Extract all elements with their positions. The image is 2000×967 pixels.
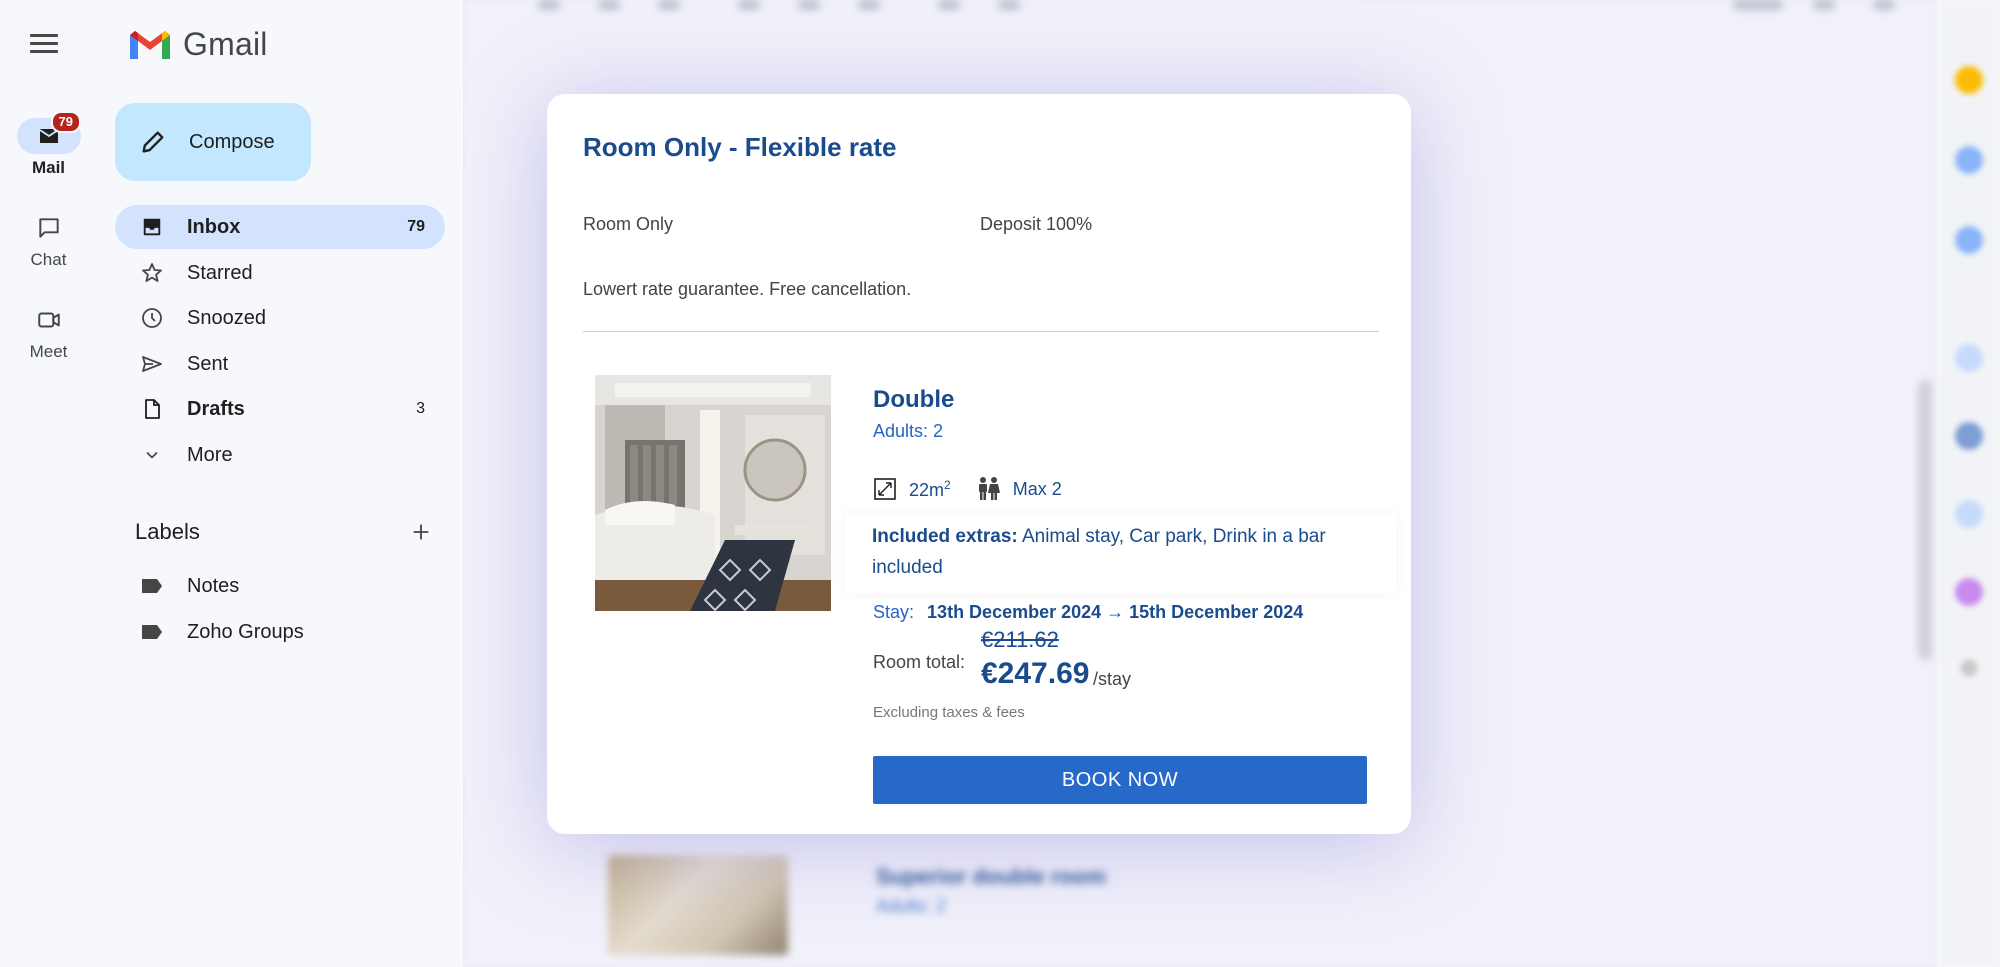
included-extras: Included extras: Animal stay, Car park, … [845, 513, 1396, 593]
label-name-notes: Notes [187, 574, 240, 597]
nav-item-more[interactable]: More [115, 433, 445, 477]
stay-range: 13th December 2024 → 15th December 2024 [927, 602, 1304, 622]
label-name-zoho-groups: Zoho Groups [187, 620, 304, 643]
nav-label-starred: Starred [187, 261, 253, 284]
book-now-button[interactable]: BOOK NOW [873, 756, 1367, 804]
contacts-icon[interactable] [1955, 344, 1983, 372]
nav-label-sent: Sent [187, 352, 229, 375]
room-price: €247.69 [981, 657, 1090, 690]
labels-title: Labels [135, 519, 200, 544]
label-item-zoho-groups[interactable]: Zoho Groups [115, 610, 445, 654]
deposit-info: Deposit 100% [980, 214, 1093, 234]
label-icon [139, 573, 165, 599]
drafts-count: 3 [416, 400, 425, 417]
label-icon [139, 619, 165, 645]
room-adults: Adults: 2 [873, 421, 944, 441]
rail-label-meet: Meet [29, 342, 68, 361]
stay-label: Stay: [873, 602, 915, 622]
nav-item-snoozed[interactable]: Snoozed [115, 296, 445, 340]
addon-icon[interactable] [1955, 422, 1983, 450]
divider [583, 331, 1379, 332]
send-icon [139, 351, 165, 377]
nav-item-starred[interactable]: Starred [115, 251, 445, 295]
compose-button[interactable]: Compose [115, 103, 311, 181]
room-name: Double [873, 386, 955, 413]
side-panel [1937, 0, 2000, 967]
room-facts: 22m2 Max 2 [873, 476, 1062, 502]
draft-icon [139, 396, 165, 422]
gmail-logo[interactable]: Gmail [127, 26, 268, 63]
max-occupancy: Max 2 [1012, 478, 1062, 499]
addon-icon[interactable] [1955, 500, 1983, 528]
labels-header: Labels [135, 518, 435, 546]
rail-item-chat[interactable]: Chat [0, 210, 97, 270]
main-menu-button[interactable] [30, 30, 58, 58]
video-icon [37, 312, 60, 328]
rail-label-chat: Chat [30, 250, 67, 269]
gmail-m-icon [130, 30, 170, 59]
price-unit: /stay [1093, 669, 1132, 689]
nav-label-inbox: Inbox [187, 215, 241, 238]
chat-icon [38, 218, 59, 238]
extras-label: Included extras: [872, 526, 1018, 547]
chevron-down-icon [139, 442, 165, 468]
tasks-icon[interactable] [1955, 226, 1983, 254]
rate-modal: Room Only - Flexible rate Room Only Depo… [547, 94, 1411, 834]
room-photo [595, 375, 831, 611]
nav-item-drafts[interactable]: Drafts 3 [115, 387, 445, 431]
add-addon-icon[interactable] [1960, 659, 1978, 677]
nav-label-snoozed: Snoozed [187, 306, 266, 329]
inbox-count: 79 [407, 218, 425, 235]
sidebar: Gmail Compose Inbox 79 Starred Snoozed S… [97, 0, 463, 967]
rail-item-mail[interactable]: 79 Mail [0, 111, 97, 178]
room-total-label: Room total: [873, 652, 966, 672]
stay-dates: Stay: 13th December 2024 → 15th December… [873, 602, 1303, 623]
add-label-button[interactable] [407, 518, 435, 546]
addon-icon[interactable] [1955, 578, 1983, 606]
nav-item-inbox[interactable]: Inbox 79 [115, 205, 445, 249]
room-size: 22m2 [909, 477, 951, 500]
rail-label-mail: Mail [31, 158, 66, 177]
app-rail: 79 Mail Chat Meet [0, 0, 97, 967]
compose-label: Compose [189, 130, 275, 153]
tax-note: Excluding taxes & fees [873, 704, 1025, 721]
board-type: Room Only [583, 214, 674, 234]
room-size-icon [874, 478, 896, 500]
plus-icon [413, 524, 429, 540]
nav-item-sent[interactable]: Sent [115, 342, 445, 386]
mail-unread-badge: 79 [50, 111, 81, 133]
calendar-icon[interactable] [1955, 66, 1983, 94]
guests-icon [978, 477, 1000, 500]
keep-icon[interactable] [1955, 146, 1983, 174]
inbox-icon [139, 214, 165, 240]
rail-item-meet[interactable]: Meet [0, 302, 97, 362]
clock-icon [139, 305, 165, 331]
nav-label-drafts: Drafts [187, 397, 245, 420]
pencil-icon [142, 131, 164, 153]
original-price: €211.62 [981, 627, 1059, 652]
label-item-notes[interactable]: Notes [115, 564, 445, 608]
rate-description: Lowert rate guarantee. Free cancellation… [583, 279, 912, 299]
star-icon [139, 260, 165, 286]
rate-title: Room Only - Flexible rate [583, 132, 897, 162]
nav-label-more: More [187, 443, 233, 466]
app-name: Gmail [183, 26, 268, 62]
